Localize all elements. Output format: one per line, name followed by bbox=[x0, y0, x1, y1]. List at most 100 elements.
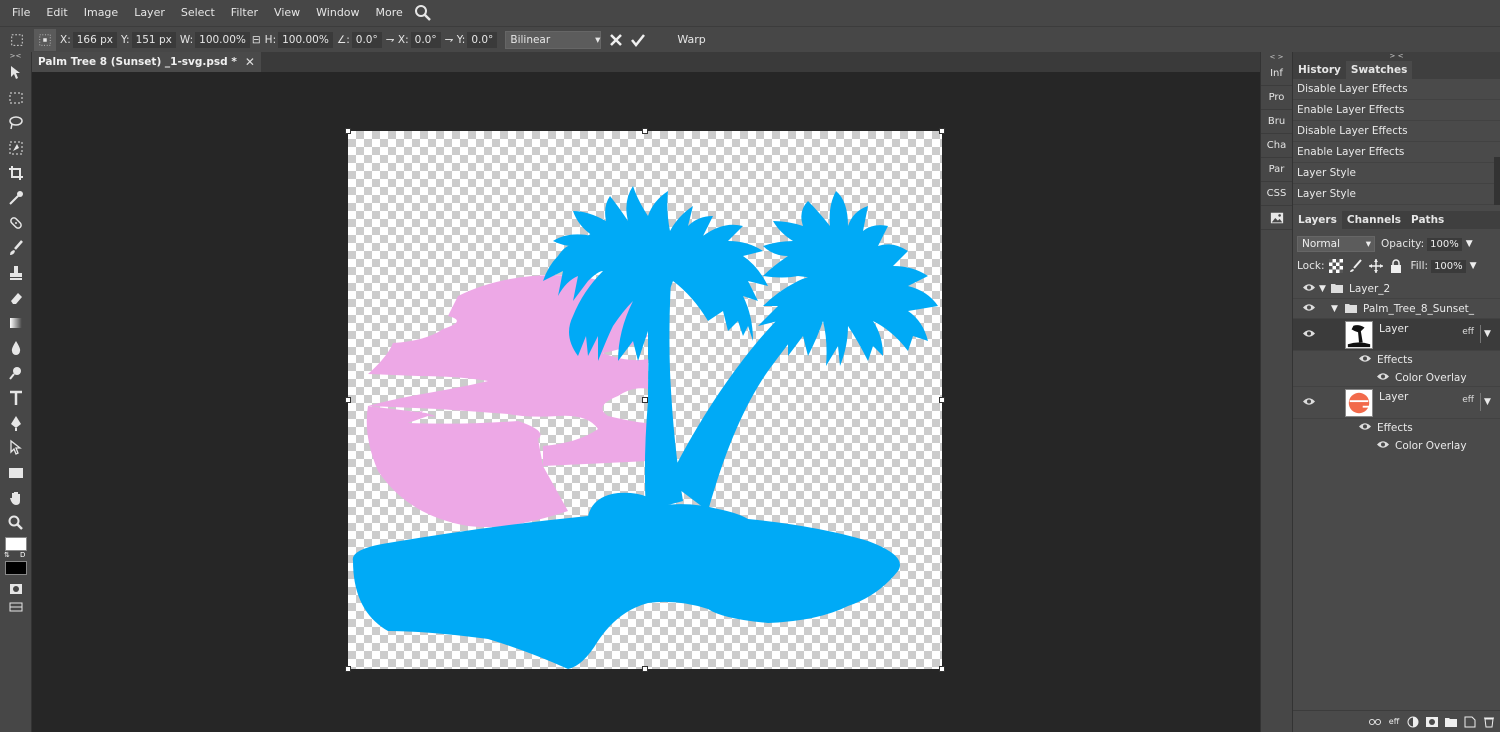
skew-y-field[interactable]: ⇁ Y: 0.0° bbox=[445, 31, 498, 48]
fill-slider-arrow-icon[interactable]: ▼ bbox=[1470, 261, 1477, 271]
lock-pixels-icon[interactable] bbox=[1348, 258, 1364, 274]
tab-history[interactable]: History bbox=[1293, 61, 1346, 79]
hand-tool-icon[interactable] bbox=[0, 485, 32, 510]
panel-character-button[interactable]: Cha bbox=[1261, 134, 1292, 158]
pen-tool-icon[interactable] bbox=[0, 410, 32, 435]
height-field[interactable]: H: 100.00% bbox=[265, 31, 333, 48]
tab-swatches[interactable]: Swatches bbox=[1345, 61, 1413, 79]
collapse-arrows-icon[interactable]: > < bbox=[1293, 52, 1500, 61]
expand-triangle-icon[interactable]: ▼ bbox=[1331, 304, 1338, 314]
x-field[interactable]: X: 166 px bbox=[60, 31, 117, 48]
history-item[interactable]: Disable Layer Effects bbox=[1293, 79, 1500, 100]
cancel-transform-icon[interactable] bbox=[605, 29, 627, 51]
transform-handle[interactable] bbox=[642, 128, 648, 134]
y-field[interactable]: Y: 151 px bbox=[121, 31, 176, 48]
visibility-eye-icon[interactable] bbox=[1377, 372, 1389, 384]
foreground-color-swatch[interactable] bbox=[5, 537, 27, 551]
color-overlay-row[interactable]: Color Overlay bbox=[1293, 437, 1500, 455]
transform-handle[interactable] bbox=[642, 666, 648, 672]
transform-handle[interactable] bbox=[939, 128, 945, 134]
close-icon[interactable]: ✕ bbox=[245, 55, 255, 69]
panel-brush-button[interactable]: Bru bbox=[1261, 110, 1292, 134]
visibility-eye-icon[interactable] bbox=[1359, 422, 1371, 434]
lock-transparency-icon[interactable] bbox=[1328, 258, 1344, 274]
link-layers-icon[interactable] bbox=[1367, 714, 1383, 730]
history-item[interactable]: Enable Layer Effects bbox=[1293, 100, 1500, 121]
menu-window[interactable]: Window bbox=[308, 0, 367, 26]
lasso-tool-icon[interactable] bbox=[0, 110, 32, 135]
background-color-swatch[interactable] bbox=[5, 561, 27, 575]
angle-field[interactable]: ∠: 0.0° bbox=[337, 31, 382, 48]
menu-view[interactable]: View bbox=[266, 0, 308, 26]
reference-point-icon[interactable] bbox=[34, 28, 56, 51]
history-scrollbar[interactable] bbox=[1494, 157, 1500, 205]
history-item[interactable]: Disable Layer Effects bbox=[1293, 121, 1500, 142]
menu-edit[interactable]: Edit bbox=[38, 0, 75, 26]
warp-button[interactable]: Warp bbox=[677, 33, 705, 46]
collapse-arrows-icon[interactable]: < > bbox=[1261, 52, 1292, 62]
rectangle-tool-icon[interactable] bbox=[0, 460, 32, 485]
default-colors-icon[interactable]: D bbox=[20, 551, 25, 559]
opacity-input[interactable]: 100% bbox=[1427, 237, 1462, 251]
visibility-eye-icon[interactable] bbox=[1359, 354, 1371, 366]
adjustment-layer-icon[interactable] bbox=[1405, 714, 1421, 730]
skew-x-field[interactable]: ⇁ X: 0.0° bbox=[386, 31, 441, 48]
fill-input[interactable]: 100% bbox=[1431, 259, 1466, 273]
transform-handle[interactable] bbox=[939, 666, 945, 672]
search-icon[interactable] bbox=[413, 3, 433, 23]
opacity-slider-arrow-icon[interactable]: ▼ bbox=[1466, 239, 1473, 249]
visibility-eye-icon[interactable] bbox=[1303, 329, 1315, 341]
visibility-eye-icon[interactable] bbox=[1303, 283, 1315, 295]
layer-row[interactable]: Layer eff ▼ bbox=[1293, 387, 1500, 419]
eraser-tool-icon[interactable] bbox=[0, 285, 32, 310]
layer-mask-icon[interactable] bbox=[1424, 714, 1440, 730]
layer-effects-button[interactable]: eff bbox=[1386, 714, 1402, 730]
dodge-tool-icon[interactable] bbox=[0, 360, 32, 385]
blend-mode-select[interactable]: Normal ▾ bbox=[1297, 236, 1375, 252]
move-tool-icon[interactable] bbox=[0, 60, 32, 85]
layer-effects-badge[interactable]: eff bbox=[1462, 327, 1474, 337]
tab-layers[interactable]: Layers bbox=[1293, 211, 1342, 229]
new-layer-icon[interactable] bbox=[1462, 714, 1478, 730]
menu-more[interactable]: More bbox=[368, 0, 411, 26]
path-selection-tool-icon[interactable] bbox=[0, 435, 32, 460]
panel-css-button[interactable]: CSS bbox=[1261, 182, 1292, 206]
effects-row[interactable]: Effects bbox=[1293, 419, 1500, 437]
expand-triangle-icon[interactable]: ▼ bbox=[1319, 284, 1326, 294]
effects-row[interactable]: Effects bbox=[1293, 351, 1500, 369]
panel-properties-button[interactable]: Pro bbox=[1261, 86, 1292, 110]
effects-toggle-arrow-icon[interactable]: ▼ bbox=[1480, 325, 1494, 343]
tab-channels[interactable]: Channels bbox=[1342, 211, 1406, 229]
layer-group-row[interactable]: ▼ Palm_Tree_8_Sunset_ bbox=[1293, 299, 1500, 319]
commit-transform-icon[interactable] bbox=[627, 29, 649, 51]
effects-toggle-arrow-icon[interactable]: ▼ bbox=[1480, 393, 1494, 411]
visibility-eye-icon[interactable] bbox=[1303, 397, 1315, 409]
history-item[interactable]: Enable Layer Effects bbox=[1293, 142, 1500, 163]
width-field[interactable]: W: 100.00% bbox=[180, 31, 250, 48]
interpolation-select[interactable]: Bilinear ▾ bbox=[505, 30, 602, 49]
visibility-eye-icon[interactable] bbox=[1377, 440, 1389, 452]
zoom-tool-icon[interactable] bbox=[0, 510, 32, 535]
history-item[interactable]: Layer Style bbox=[1293, 184, 1500, 205]
type-tool-icon[interactable] bbox=[0, 385, 32, 410]
panel-info-button[interactable]: Inf bbox=[1261, 62, 1292, 86]
new-group-icon[interactable] bbox=[1443, 714, 1459, 730]
lock-position-icon[interactable] bbox=[1368, 258, 1384, 274]
link-icon[interactable]: ⊟ bbox=[252, 34, 261, 46]
blur-tool-icon[interactable] bbox=[0, 335, 32, 360]
history-item[interactable]: Layer Style bbox=[1293, 163, 1500, 184]
marquee-tool-icon[interactable] bbox=[0, 85, 32, 110]
menu-select[interactable]: Select bbox=[173, 0, 223, 26]
crop-tool-icon[interactable] bbox=[0, 160, 32, 185]
quick-mask-icon[interactable] bbox=[0, 579, 32, 599]
delete-layer-icon[interactable] bbox=[1481, 714, 1497, 730]
transform-handle[interactable] bbox=[345, 666, 351, 672]
image-icon[interactable] bbox=[1261, 206, 1292, 230]
canvas[interactable] bbox=[345, 128, 945, 672]
layer-group-row[interactable]: ▼ Layer_2 bbox=[1293, 279, 1500, 299]
clone-stamp-tool-icon[interactable] bbox=[0, 260, 32, 285]
color-overlay-row[interactable]: Color Overlay bbox=[1293, 369, 1500, 387]
layer-row[interactable]: Layer eff ▼ bbox=[1293, 319, 1500, 351]
transform-handle[interactable] bbox=[345, 397, 351, 403]
menu-image[interactable]: Image bbox=[76, 0, 126, 26]
